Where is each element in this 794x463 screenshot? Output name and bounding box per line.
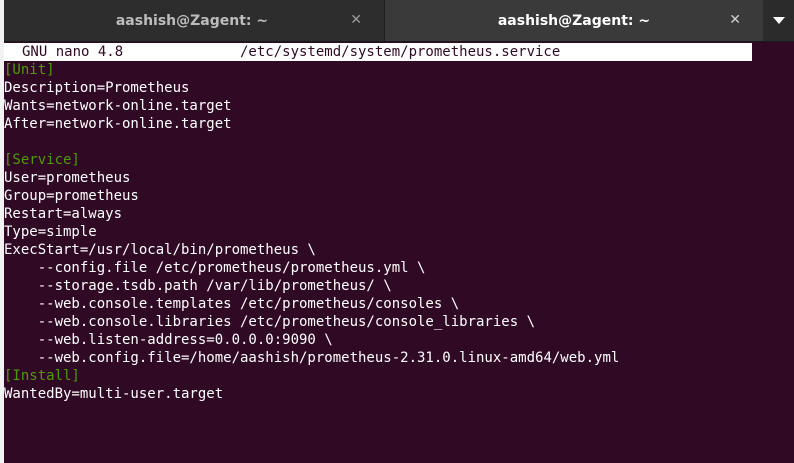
file-line: --web.listen-address=0.0.0.0:9090 \ <box>4 332 333 348</box>
file-line: Group=prometheus <box>4 188 139 204</box>
nano-title-bar: GNU nano 4.8 /etc/systemd/system/prometh… <box>4 43 752 61</box>
file-line: --web.console.libraries /etc/prometheus/… <box>4 314 536 330</box>
nano-file-path: /etc/systemd/system/prometheus.service <box>240 44 561 60</box>
close-icon[interactable]: ✕ <box>729 12 741 28</box>
file-content[interactable]: [Unit] Description=Prometheus Wants=networ… <box>4 61 794 403</box>
terminal-tab-2-active[interactable]: aashish@Zagent: ~ ✕ <box>385 0 763 41</box>
terminal-area[interactable]: GNU nano 4.8 /etc/systemd/system/prometh… <box>4 42 794 463</box>
file-line: Description=Prometheus <box>4 80 190 96</box>
close-icon[interactable]: ✕ <box>350 12 362 28</box>
section-header-line: [Service] <box>4 152 80 168</box>
file-line: User=prometheus <box>4 170 131 186</box>
terminal-tab-1[interactable]: aashish@Zagent: ~ ✕ <box>0 0 385 41</box>
file-line: --config.file /etc/prometheus/prometheus… <box>4 260 426 276</box>
file-line: --storage.tsdb.path /var/lib/prometheus/… <box>4 278 392 294</box>
file-line: After=network-online.target <box>4 116 232 132</box>
tab-bar: aashish@Zagent: ~ ✕ aashish@Zagent: ~ ✕ <box>0 0 794 42</box>
nano-version: GNU nano 4.8 <box>22 44 124 60</box>
file-line <box>4 133 794 151</box>
file-line: --web.config.file=/home/aashish/promethe… <box>4 350 620 366</box>
file-line: --web.console.templates /etc/prometheus/… <box>4 296 460 312</box>
file-line: ExecStart=/usr/local/bin/prometheus \ <box>4 242 316 258</box>
file-line: Type=simple <box>4 224 97 240</box>
tab-title: aashish@Zagent: ~ <box>115 12 269 29</box>
file-line: Restart=always <box>4 206 123 222</box>
file-line: Wants=network-online.target <box>4 98 232 114</box>
section-header-line: [Unit] <box>4 62 55 78</box>
section-header-line: [Install] <box>4 368 80 384</box>
tab-menu-button[interactable] <box>763 0 794 41</box>
tab-title: aashish@Zagent: ~ <box>497 12 651 29</box>
file-line: WantedBy=multi-user.target <box>4 386 224 402</box>
chevron-down-icon <box>772 17 785 24</box>
